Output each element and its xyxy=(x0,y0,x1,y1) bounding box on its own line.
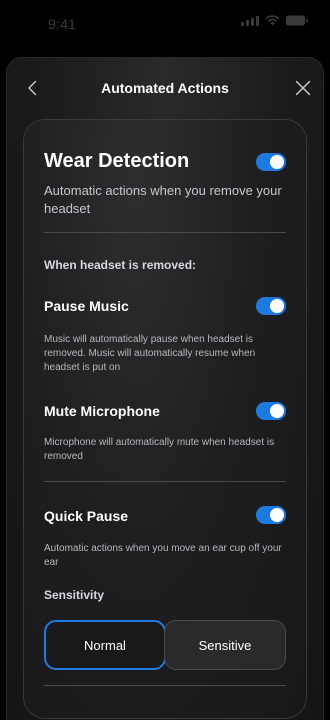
battery-icon xyxy=(286,15,308,26)
sensitivity-sensitive-button[interactable]: Sensitive xyxy=(164,620,286,670)
close-icon xyxy=(295,80,311,96)
sensitivity-normal-button[interactable]: Normal xyxy=(44,620,166,670)
toggle-knob xyxy=(270,299,284,313)
quick-pause-description: Automatic actions when you move an ear c… xyxy=(44,543,282,568)
signal-bars-icon xyxy=(241,15,259,26)
quick-pause-toggle[interactable] xyxy=(256,506,286,524)
automated-actions-sheet: Automated Actions Wear Detection Automat… xyxy=(6,57,324,720)
close-button[interactable] xyxy=(293,78,313,98)
toggle-knob xyxy=(270,155,284,169)
divider xyxy=(44,685,286,686)
wear-detection-card: Wear Detection Automatic actions when yo… xyxy=(23,119,307,719)
pause-music-toggle[interactable] xyxy=(256,297,286,315)
wear-detection-title: Wear Detection xyxy=(44,150,190,172)
toggle-knob xyxy=(270,508,284,522)
page-title: Automated Actions xyxy=(101,80,229,96)
status-time: 9:41 xyxy=(48,16,77,32)
divider xyxy=(44,481,286,482)
when-removed-label: When headset is removed: xyxy=(44,258,197,272)
wear-detection-description: Automatic actions when you remove your h… xyxy=(44,183,282,216)
mute-microphone-title: Mute Microphone xyxy=(44,403,160,419)
wear-detection-toggle[interactable] xyxy=(256,153,286,171)
mute-microphone-toggle[interactable] xyxy=(256,402,286,420)
status-bar: 9:41 xyxy=(0,0,330,44)
pause-music-title: Pause Music xyxy=(44,298,129,314)
mute-microphone-description: Microphone will automatically mute when … xyxy=(44,437,275,462)
sensitivity-label: Sensitivity xyxy=(44,588,105,602)
toggle-knob xyxy=(270,404,284,418)
quick-pause-title: Quick Pause xyxy=(44,508,129,524)
pause-music-description: Music will automatically pause when head… xyxy=(44,334,256,373)
divider xyxy=(44,232,286,233)
wifi-icon xyxy=(265,15,280,26)
status-icons xyxy=(241,15,308,26)
